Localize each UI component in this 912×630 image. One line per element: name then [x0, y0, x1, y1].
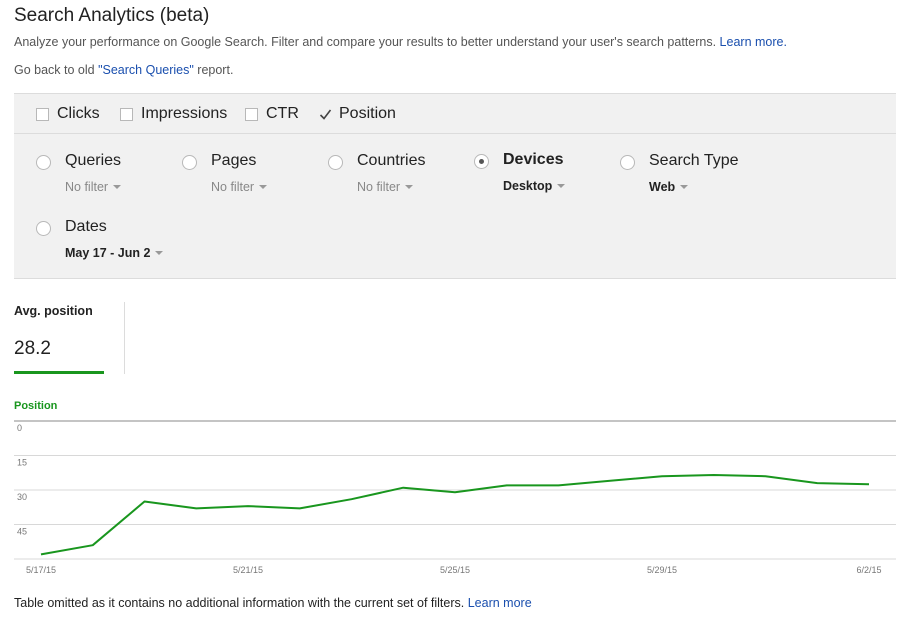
filter-value: Desktop: [503, 179, 553, 193]
metric-position[interactable]: Position: [319, 105, 396, 123]
metric-label: Impressions: [141, 105, 228, 122]
y-tick-label: 0: [17, 423, 22, 433]
stat-label: Avg. position: [14, 304, 93, 318]
filter-value: Web: [649, 180, 676, 194]
group-label: Pages: [211, 152, 257, 169]
x-tick-label: 5/17/15: [26, 565, 56, 575]
filter-dropdown-devices[interactable]: Desktop: [503, 179, 566, 193]
x-tick-label: 5/29/15: [647, 565, 677, 575]
radio-devices[interactable]: [474, 154, 489, 169]
metric-impressions[interactable]: Impressions: [120, 105, 227, 123]
metric-clicks[interactable]: Clicks: [36, 105, 100, 123]
y-tick-label: 30: [17, 492, 27, 502]
filters-panel: Queries No filter Pages No filter Countr…: [14, 134, 896, 279]
filter-dropdown-pages[interactable]: No filter: [211, 180, 268, 194]
go-back-line: Go back to old "Search Queries" report.: [14, 63, 233, 77]
y-tick-label: 15: [17, 458, 27, 468]
filter-value: No filter: [357, 180, 401, 194]
caret-down-icon: [155, 251, 164, 255]
page-title: Search Analytics (beta): [14, 5, 210, 26]
footer-learn-more-link[interactable]: Learn more: [468, 596, 532, 610]
filter-value: No filter: [211, 180, 255, 194]
footer-text: Table omitted as it contains no addition…: [14, 596, 465, 610]
radio-search-type[interactable]: [620, 155, 635, 170]
group-label: Queries: [65, 152, 122, 169]
stat-divider: [124, 302, 125, 374]
caret-down-icon: [405, 185, 414, 189]
metric-label: Clicks: [57, 105, 100, 122]
group-label: Countries: [357, 152, 426, 169]
filter-dropdown-countries[interactable]: No filter: [357, 180, 414, 194]
radio-pages[interactable]: [182, 155, 197, 170]
filter-dropdown-dates[interactable]: May 17 - Jun 2: [65, 246, 164, 260]
metric-ctr[interactable]: CTR: [245, 105, 299, 123]
stat-value: 28.2: [14, 338, 51, 359]
checkbox-icon[interactable]: [36, 107, 49, 121]
learn-more-link[interactable]: Learn more.: [720, 35, 787, 49]
description-text: Analyze your performance on Google Searc…: [14, 35, 717, 49]
metric-label: CTR: [266, 105, 299, 122]
filter-dropdown-search-type[interactable]: Web: [649, 180, 689, 194]
filter-value: May 17 - Jun 2: [65, 246, 151, 260]
metrics-bar: Clicks Impressions CTR Position: [14, 93, 896, 134]
checkmark-icon[interactable]: [319, 108, 332, 121]
y-tick-label: 45: [17, 527, 27, 537]
caret-down-icon: [113, 185, 122, 189]
radio-countries[interactable]: [328, 155, 343, 170]
radio-dates[interactable]: [36, 221, 51, 236]
caret-down-icon: [557, 184, 566, 188]
filter-value: No filter: [65, 180, 109, 194]
filter-dropdown-queries[interactable]: No filter: [65, 180, 122, 194]
page-description: Analyze your performance on Google Searc…: [14, 35, 787, 49]
footer-note: Table omitted as it contains no addition…: [14, 596, 532, 610]
x-tick-label: 5/25/15: [440, 565, 470, 575]
group-label: Search Type: [649, 152, 739, 169]
checkbox-icon[interactable]: [245, 107, 258, 121]
x-tick-label: 6/2/15: [856, 565, 881, 575]
caret-down-icon: [259, 185, 268, 189]
x-tick-label: 5/21/15: [233, 565, 263, 575]
radio-queries[interactable]: [36, 155, 51, 170]
caret-down-icon: [680, 185, 689, 189]
stat-selected-indicator: [14, 371, 104, 374]
group-label: Devices: [503, 151, 564, 168]
chart-series-label: Position: [14, 400, 58, 412]
go-back-prefix: Go back to old: [14, 63, 99, 77]
search-queries-link[interactable]: "Search Queries": [98, 63, 194, 77]
position-series-line: [40, 474, 870, 556]
go-back-suffix: report.: [193, 63, 234, 77]
group-label: Dates: [65, 218, 107, 235]
metric-label: Position: [339, 105, 396, 122]
position-chart: 0 15 30 45 5/17/15 5/21/15 5/25/15 5/29/15 6/2/1…: [14, 420, 896, 575]
checkbox-icon[interactable]: [120, 107, 133, 121]
